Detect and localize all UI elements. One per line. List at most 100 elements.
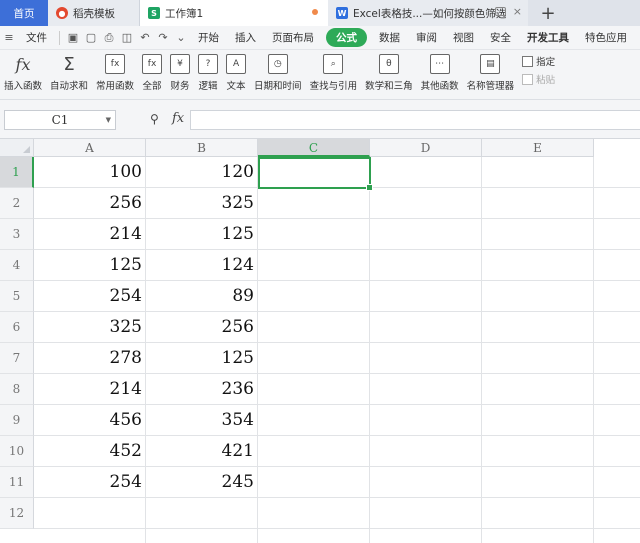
cell-b2[interactable]: 325 [146, 188, 258, 219]
column-header-c[interactable]: C [258, 139, 370, 157]
close-icon[interactable]: × [513, 5, 522, 18]
common-functions-button[interactable]: fx 常用函数 [92, 54, 138, 92]
column-header-b[interactable]: B [146, 139, 258, 157]
redo-icon[interactable]: ↷ [154, 29, 172, 47]
row-header-12[interactable]: 12 [0, 498, 34, 529]
specify-button[interactable]: 指定 [522, 54, 555, 68]
menu-file[interactable]: 文件 [18, 30, 55, 45]
export-icon[interactable]: ▢ [82, 29, 100, 47]
specify-icon [522, 55, 534, 67]
cell-a6[interactable]: 325 [34, 312, 146, 343]
menu-special[interactable]: 特色应用 [577, 30, 635, 45]
fx-icon: fx [15, 54, 31, 74]
function-icon: fx [105, 54, 126, 74]
menu-review[interactable]: 审阅 [408, 30, 445, 45]
row-header-2[interactable]: 2 [0, 188, 34, 219]
cell-a10[interactable]: 452 [34, 436, 146, 467]
cell-a5[interactable]: 254 [34, 281, 146, 312]
column-gridline [481, 157, 482, 543]
financial-button[interactable]: ¥ 财务 [166, 54, 194, 92]
paste-name-button[interactable]: 粘贴 [522, 72, 555, 86]
save-icon[interactable]: ▣ [64, 29, 82, 47]
cell-a7[interactable]: 278 [34, 343, 146, 374]
docer-icon: ● [56, 7, 68, 19]
row-header-6[interactable]: 6 [0, 312, 34, 343]
row-header-7[interactable]: 7 [0, 343, 34, 374]
cell-b10[interactable]: 421 [146, 436, 258, 467]
select-all-corner[interactable] [0, 139, 34, 157]
cell-b1[interactable]: 120 [146, 157, 258, 188]
math-icon: θ [378, 54, 399, 74]
tab-home[interactable]: 首页 [0, 0, 48, 26]
tab-bar: 首页 ● 稻壳模板 S 工作簿1 W Excel表格技...—如何按颜色筛选 ×… [0, 0, 640, 26]
lookup-reference-button[interactable]: ⌕ 查找与引用 [306, 54, 362, 92]
cell-a4[interactable]: 125 [34, 250, 146, 281]
name-box[interactable]: C1 ▼ [4, 110, 116, 130]
insert-function-button[interactable]: fx 插入函数 [0, 54, 46, 93]
all-functions-button[interactable]: fx 全部 [138, 54, 166, 92]
name-manager-button[interactable]: ▤ 名称管理器 [463, 54, 519, 92]
menu-page-layout[interactable]: 页面布局 [264, 30, 322, 45]
row-header-4[interactable]: 4 [0, 250, 34, 281]
zoom-search-icon[interactable]: ⚲ [150, 112, 159, 126]
cell-b7[interactable]: 125 [146, 343, 258, 374]
menu-data[interactable]: 数据 [371, 30, 408, 45]
date-time-button[interactable]: ◷ 日期和时间 [250, 54, 306, 92]
row-header-11[interactable]: 11 [0, 467, 34, 498]
fx-icon[interactable]: fx [172, 111, 184, 126]
menu-developer[interactable]: 开发工具 [519, 30, 577, 45]
row-header-1[interactable]: 1 [0, 157, 34, 188]
formula-input[interactable] [190, 110, 640, 130]
column-header-a[interactable]: A [34, 139, 146, 157]
new-tab-button[interactable]: + [528, 0, 568, 26]
cell-b4[interactable]: 124 [146, 250, 258, 281]
cell-a8[interactable]: 214 [34, 374, 146, 405]
row-header-10[interactable]: 10 [0, 436, 34, 467]
preview-icon[interactable]: ◫ [118, 29, 136, 47]
name-manager-icon: ▤ [480, 54, 501, 74]
cell-b3[interactable]: 125 [146, 219, 258, 250]
tab-workbook[interactable]: S 工作簿1 [140, 0, 328, 26]
row-header-5[interactable]: 5 [0, 281, 34, 312]
menu-insert[interactable]: 插入 [227, 30, 264, 45]
logic-icon: ? [198, 54, 219, 74]
hamburger-icon[interactable]: ≡ [0, 29, 18, 47]
row-header-9[interactable]: 9 [0, 405, 34, 436]
cell-a9[interactable]: 456 [34, 405, 146, 436]
row-header-3[interactable]: 3 [0, 219, 34, 250]
cell-b8[interactable]: 236 [146, 374, 258, 405]
chevron-down-icon[interactable]: ⌄ [172, 29, 190, 47]
tab-docer[interactable]: ● 稻壳模板 [48, 0, 140, 26]
column-header-e[interactable]: E [482, 139, 594, 157]
math-trig-button[interactable]: θ 数学和三角 [361, 54, 417, 92]
cell-a2[interactable]: 256 [34, 188, 146, 219]
paste-icon [522, 73, 534, 85]
undo-icon[interactable]: ↶ [136, 29, 154, 47]
menu-security[interactable]: 安全 [482, 30, 519, 45]
column-header-d[interactable]: D [370, 139, 482, 157]
print-icon[interactable]: ⎙ [100, 29, 118, 47]
active-cell-selection[interactable] [258, 157, 373, 191]
tab-word-doc[interactable]: W Excel表格技...—如何按颜色筛选 × [328, 0, 528, 26]
other-functions-button[interactable]: ⋯ 其他函数 [417, 54, 463, 92]
window-icon[interactable] [495, 7, 506, 16]
menu-home[interactable]: 开始 [190, 30, 227, 45]
logical-button[interactable]: ? 逻辑 [194, 54, 222, 92]
cell-a11[interactable]: 254 [34, 467, 146, 498]
text-functions-button[interactable]: A 文本 [222, 54, 250, 92]
cell-b5[interactable]: 89 [146, 281, 258, 312]
ribbon-right-group: 指定 粘贴 [522, 54, 555, 86]
chevron-down-icon[interactable]: ▼ [106, 116, 111, 124]
menu-formulas[interactable]: 公式 [326, 28, 367, 47]
cell-b6[interactable]: 256 [146, 312, 258, 343]
clock-icon: ◷ [267, 54, 288, 74]
cell-a1[interactable]: 100 [34, 157, 146, 188]
cell-a3[interactable]: 214 [34, 219, 146, 250]
cell-b11[interactable]: 245 [146, 467, 258, 498]
menu-view[interactable]: 视图 [445, 30, 482, 45]
cell-b9[interactable]: 354 [146, 405, 258, 436]
row-header-8[interactable]: 8 [0, 374, 34, 405]
spreadsheet-grid[interactable]: A B C D E 1 2 3 4 5 6 7 8 9 10 11 12 100 120 256 325 214 125 12… [0, 139, 640, 543]
autosum-button[interactable]: Σ 自动求和 [46, 54, 92, 93]
spreadsheet-icon: S [148, 7, 160, 19]
